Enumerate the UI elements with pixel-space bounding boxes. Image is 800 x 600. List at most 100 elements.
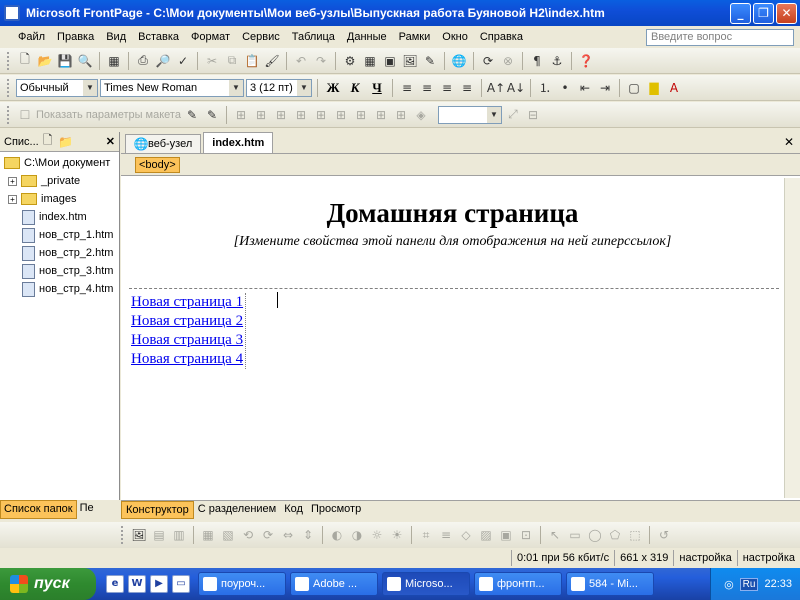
contrast-icon[interactable]: ◑	[348, 526, 366, 544]
body-tag[interactable]: <body>	[135, 156, 180, 173]
brightness-icon[interactable]: ☼	[368, 526, 386, 544]
table-tool-icon[interactable]: ⊞	[292, 106, 310, 124]
close-button[interactable]: ✕	[776, 3, 797, 24]
autofit-icon[interactable]: ⤢	[504, 106, 522, 124]
tree-root[interactable]: C:\Мои документ	[0, 154, 119, 172]
tree-item-page2[interactable]: нов_стр_2.htm	[0, 244, 119, 262]
redo-icon[interactable]: ↷	[312, 52, 330, 70]
layout-checkbox-icon[interactable]: ☐	[16, 106, 34, 124]
spelling-icon[interactable]: ✓	[174, 52, 192, 70]
font-combo[interactable]: Times New Roman ▼	[100, 78, 244, 97]
menu-table[interactable]: Таблица	[286, 31, 341, 43]
language-indicator[interactable]: Ru	[739, 577, 759, 591]
link-page-4[interactable]: Новая страница 4	[131, 350, 243, 369]
menu-view[interactable]: Вид	[100, 31, 132, 43]
flip-icon[interactable]: ⇕	[299, 526, 317, 544]
new-page-icon[interactable]: 🗋	[39, 133, 57, 151]
table-tool-icon[interactable]: ⊞	[312, 106, 330, 124]
new-page-icon[interactable]: 🗋	[16, 52, 34, 70]
print-preview-icon[interactable]: 🔎	[154, 52, 172, 70]
print-icon[interactable]: ⎙	[134, 52, 152, 70]
task-button-4[interactable]: фронтп...	[474, 572, 562, 596]
picture-tool-icon[interactable]: ▥	[170, 526, 188, 544]
menu-help[interactable]: Справка	[474, 31, 529, 43]
page-size[interactable]: 661 x 319	[614, 550, 673, 566]
paste-icon[interactable]: 📋	[243, 52, 261, 70]
insert-picture-icon[interactable]: 🖼	[130, 526, 148, 544]
help-icon[interactable]: ❓	[577, 52, 595, 70]
stop-icon[interactable]: ⊗	[499, 52, 517, 70]
toolbar-grip[interactable]	[7, 105, 11, 124]
align-left-icon[interactable]: ≡	[398, 79, 416, 97]
transparent-icon[interactable]: ◇	[457, 526, 475, 544]
copy-icon[interactable]: ⧉	[223, 52, 241, 70]
table-tool-icon[interactable]: ⊞	[392, 106, 410, 124]
folder-icon[interactable]: ▭	[172, 575, 190, 593]
menu-data[interactable]: Данные	[341, 31, 393, 43]
show-all-icon[interactable]: ¶	[528, 52, 546, 70]
tree-item-page4[interactable]: нов_стр_4.htm	[0, 280, 119, 298]
drawing-icon[interactable]: ✎	[421, 52, 439, 70]
dropdown-arrow-icon[interactable]: ▼	[229, 79, 243, 96]
tab-navigation[interactable]: Пе	[77, 500, 97, 519]
restore-picture-icon[interactable]: ↺	[655, 526, 673, 544]
decrease-font-icon[interactable]: A↓	[507, 79, 525, 97]
menu-tools[interactable]: Сервис	[236, 31, 286, 43]
refresh-icon[interactable]: ⟳	[479, 52, 497, 70]
menu-format[interactable]: Формат	[185, 31, 236, 43]
toolbar-grip[interactable]	[7, 51, 11, 70]
resample-icon[interactable]: ⊡	[517, 526, 535, 544]
highlight-icon[interactable]: ▇	[645, 79, 663, 97]
picture-tool-icon[interactable]: ▦	[199, 526, 217, 544]
crop-icon[interactable]: ⌗	[417, 526, 435, 544]
font-color-icon[interactable]: A	[665, 79, 683, 97]
restore-button[interactable]: ❐	[753, 3, 774, 24]
expand-icon[interactable]: +	[8, 194, 17, 204]
new-folder-icon[interactable]: 📁	[57, 133, 75, 151]
minimize-button[interactable]: _	[730, 3, 751, 24]
task-button-5[interactable]: 584 - Mi...	[566, 572, 654, 596]
italic-button[interactable]: К	[345, 79, 365, 97]
task-button-2[interactable]: Adobe ...	[290, 572, 378, 596]
frontpage-app-icon[interactable]	[4, 5, 20, 21]
anchor-icon[interactable]: ⚓	[548, 52, 566, 70]
tab-design[interactable]: Конструктор	[121, 501, 194, 519]
page-scrollbar[interactable]	[784, 178, 800, 498]
line-style-icon[interactable]: ≡	[437, 526, 455, 544]
contrast-icon[interactable]: ◐	[328, 526, 346, 544]
justify-icon[interactable]: ≡	[458, 79, 476, 97]
tree-item-images[interactable]: + images	[0, 190, 119, 208]
underline-button[interactable]: Ч	[367, 79, 387, 97]
cut-icon[interactable]: ✂	[203, 52, 221, 70]
table-tool-icon[interactable]: ⊞	[252, 106, 270, 124]
insert-picture-icon[interactable]: 🖼	[401, 52, 419, 70]
search-icon[interactable]: 🔍	[76, 52, 94, 70]
browser-icon[interactable]: e	[106, 575, 124, 593]
decrease-indent-icon[interactable]: ⇤	[576, 79, 594, 97]
hotspot-icon[interactable]: ⬠	[606, 526, 624, 544]
open-icon[interactable]: 📂	[36, 52, 54, 70]
align-right-icon[interactable]: ≡	[438, 79, 456, 97]
table-tool-icon[interactable]: ⊞	[372, 106, 390, 124]
toolbar-grip[interactable]	[121, 526, 125, 544]
task-button-3[interactable]: Microso...	[382, 572, 470, 596]
clock[interactable]: 22:33	[764, 578, 792, 590]
highlight-hotspots-icon[interactable]: ⬚	[626, 526, 644, 544]
rectangle-icon[interactable]: ▭	[566, 526, 584, 544]
numbered-list-icon[interactable]: ⒈	[536, 79, 554, 97]
bold-button[interactable]: Ж	[323, 79, 343, 97]
menu-window[interactable]: Окно	[436, 31, 474, 43]
menu-file[interactable]: Файл	[12, 31, 51, 43]
link-page-2[interactable]: Новая страница 2	[131, 312, 243, 331]
picture-tool-icon[interactable]: ▤	[150, 526, 168, 544]
media-icon[interactable]: ▶	[150, 575, 168, 593]
link-page-1[interactable]: Новая страница 1	[131, 293, 243, 312]
style-combo[interactable]: Обычный ▼	[16, 78, 98, 97]
table-tool-icon[interactable]: ⊞	[232, 106, 250, 124]
draw-layout-cell-icon[interactable]: ✎	[203, 106, 221, 124]
format-painter-icon[interactable]: 🖌	[263, 52, 281, 70]
tree-item-page1[interactable]: нов_стр_1.htm	[0, 226, 119, 244]
menu-insert[interactable]: Вставка	[132, 31, 185, 43]
brightness-icon[interactable]: ☀	[388, 526, 406, 544]
bevel-icon[interactable]: ▣	[497, 526, 515, 544]
